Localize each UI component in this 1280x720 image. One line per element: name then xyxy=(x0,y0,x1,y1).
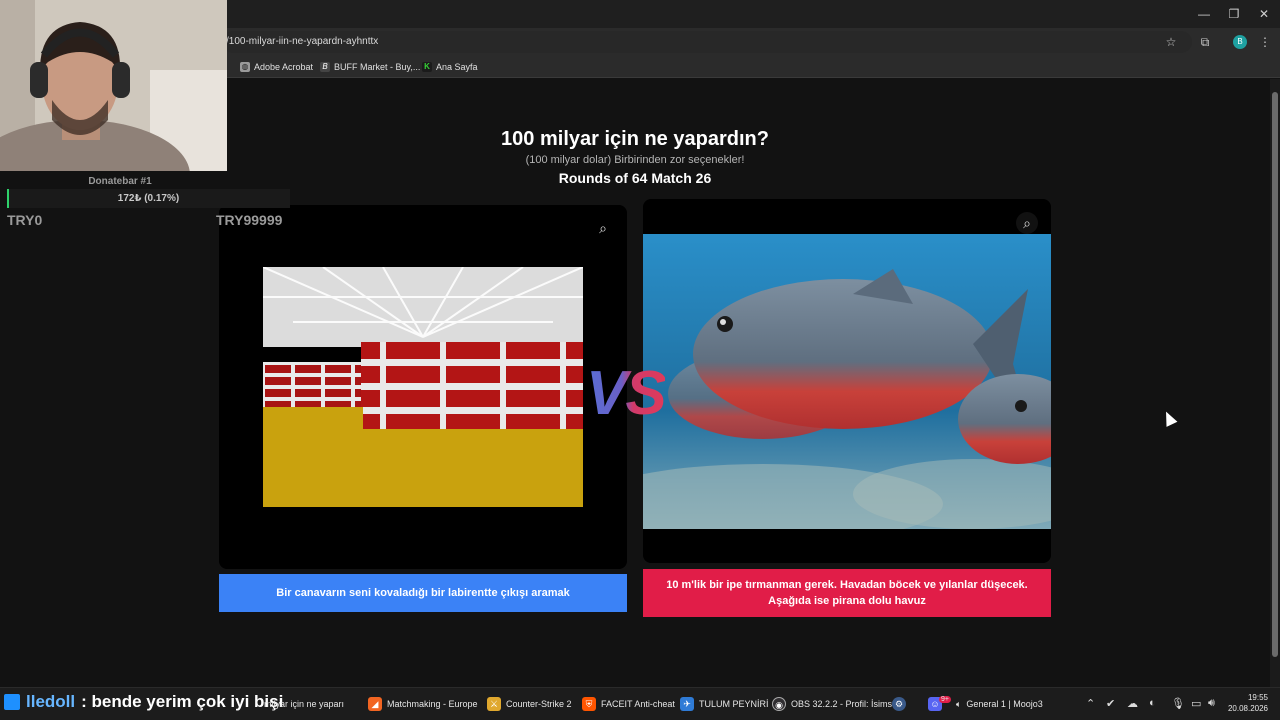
donatebar-max: TRY99999 xyxy=(216,212,283,228)
zoom-icon[interactable]: ⌕ xyxy=(1016,212,1038,234)
bookmark-label: Ana Sayfa xyxy=(436,62,478,72)
zoom-icon[interactable]: ⌕ xyxy=(592,217,614,239)
chat-username: lledoll xyxy=(26,692,76,711)
taskbar-item-cs2[interactable]: ⚔ Counter-Strike 2 xyxy=(487,696,572,712)
piranha-image xyxy=(643,234,1051,529)
right-choice-label: 10 m'lik bir ipe tırmanman gerek. Havada… xyxy=(666,579,1028,607)
gear-icon: ⚙ xyxy=(892,697,906,711)
taskbar-label: General 1 | Moojo3 xyxy=(966,699,1043,709)
network-icon[interactable]: ▭ xyxy=(1191,697,1201,710)
left-choice-label: Bir canavarın seni kovaladığı bir labire… xyxy=(276,587,570,599)
vs-label: VS xyxy=(586,359,667,428)
speaker-icon: 🔈︎ xyxy=(955,698,962,709)
taskbar-item-obs[interactable]: ◉ OBS 32.2.2 - Profil: İsims xyxy=(772,696,892,712)
webcam-overlay xyxy=(0,0,227,171)
address-url[interactable]: /100-milyar-iin-ne-yapardn-ayhnttx xyxy=(226,36,378,47)
buff-icon: B xyxy=(320,62,330,72)
tray-cloud-icon[interactable]: ☁ xyxy=(1127,697,1138,710)
tray-app-icon[interactable]: ✔ xyxy=(1106,697,1115,710)
chat-badge-icon xyxy=(4,694,20,710)
restore-icon[interactable]: ❐ xyxy=(1224,6,1244,22)
taskbar-item-browser[interactable]: milyar için ne yaparı xyxy=(264,696,344,712)
bookmark-label: BUFF Market - Buy,... xyxy=(334,62,421,72)
taskbar-label: OBS 32.2.2 - Profil: İsims xyxy=(791,699,893,709)
right-choice-button[interactable]: 10 m'lik bir ipe tırmanman gerek. Havada… xyxy=(643,569,1051,617)
taskbar-label: TULUM PEYNİRİ xyxy=(699,699,769,709)
discord-badge: 9+ xyxy=(939,695,951,703)
tray-expand-icon[interactable]: ⌃ xyxy=(1086,697,1095,710)
taskbar-item-tulum[interactable]: ✈ TULUM PEYNİRİ xyxy=(680,696,769,712)
shield-icon: ⛨ xyxy=(582,697,596,711)
clock-time[interactable]: 19:55 xyxy=(1240,693,1268,702)
steam-icon: ✈ xyxy=(680,697,694,711)
taskbar-item-faceit-ac[interactable]: ⛨ FACEIT Anti-cheat xyxy=(582,696,675,712)
webcam-person-image xyxy=(0,0,227,171)
microphone-icon[interactable]: 🎙︎ xyxy=(1171,697,1185,710)
donatebar-min: TRY0 xyxy=(7,212,43,228)
bookmark-ana-sayfa[interactable]: K Ana Sayfa xyxy=(422,60,478,74)
chat-message: : bende yerim çok iyi bişi xyxy=(81,692,284,711)
bookmark-adobe-acrobat[interactable]: ◍ Adobe Acrobat xyxy=(240,60,313,74)
taskbar-item-matchmaking[interactable]: ◢ Matchmaking - Europe xyxy=(368,696,478,712)
cs2-icon: ⚔ xyxy=(487,697,501,711)
taskbar-label: milyar için ne yaparı xyxy=(264,699,345,709)
globe-icon: ◍ xyxy=(240,62,250,72)
browser-menu-icon[interactable]: ⋮ xyxy=(1257,34,1273,50)
taskbar-label: FACEIT Anti-cheat xyxy=(601,699,675,709)
tray-browser-icon[interactable]: ◐ xyxy=(1149,697,1156,709)
scrollbar-thumb[interactable] xyxy=(1272,92,1278,657)
faceit-icon: ◢ xyxy=(368,697,382,711)
donatebar-value: 172₺ (0.17%) xyxy=(117,193,180,204)
volume-icon[interactable]: 🔊︎ xyxy=(1208,697,1215,710)
extensions-icon[interactable]: ⧉ xyxy=(1197,34,1213,50)
clock-date[interactable]: 20.08.2026 xyxy=(1226,704,1268,713)
bookmark-label: Adobe Acrobat xyxy=(254,62,314,72)
bookmark-buff-market[interactable]: B BUFF Market - Buy,... xyxy=(320,60,420,74)
taskbar-item-settings[interactable]: ⚙ xyxy=(892,696,906,712)
maze-image xyxy=(263,267,583,507)
obs-icon: ◉ xyxy=(772,697,786,711)
kick-icon: K xyxy=(422,62,432,72)
taskbar-item-discord[interactable]: ☺ 9+ 🔈︎ General 1 | Moojo3 xyxy=(928,695,1043,712)
chat-overlay: lledoll : bende yerim çok iyi bişi xyxy=(4,692,283,712)
profile-avatar[interactable]: B xyxy=(1233,35,1247,49)
taskbar-label: Matchmaking - Europe xyxy=(387,699,478,709)
bookmark-star-icon[interactable]: ☆ xyxy=(1163,34,1179,50)
donatebar-title: Donatebar #1 xyxy=(88,176,152,187)
minimize-icon[interactable]: — xyxy=(1194,6,1214,22)
left-choice-button[interactable]: Bir canavarın seni kovaladığı bir labire… xyxy=(219,574,627,612)
taskbar-label: Counter-Strike 2 xyxy=(506,699,572,709)
close-icon[interactable]: ✕ xyxy=(1254,6,1274,22)
